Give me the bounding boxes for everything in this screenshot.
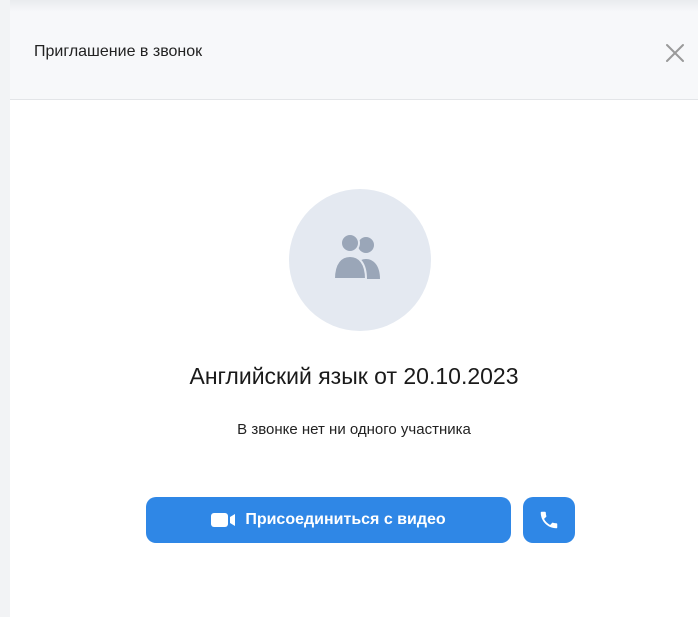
audio-call-button[interactable]: [523, 497, 575, 543]
join-with-video-label: Присоединиться с видео: [245, 511, 446, 528]
video-camera-icon: [211, 512, 237, 528]
dialog-top-edge: [10, 0, 698, 12]
dialog-title: Приглашение в звонок: [34, 43, 203, 60]
close-button[interactable]: [662, 40, 688, 66]
call-invite-dialog: Приглашение в звонок Английский язык от …: [10, 0, 698, 617]
join-with-video-button[interactable]: Присоединиться с видео: [146, 497, 511, 543]
call-title: Английский язык от 20.10.2023: [189, 363, 519, 389]
call-avatar: [289, 189, 431, 331]
call-status-text: В звонке нет ни одного участника: [237, 421, 471, 438]
phone-icon: [540, 511, 558, 529]
close-icon: [666, 44, 684, 62]
group-users-icon: [333, 233, 380, 280]
dialog-header: Приглашение в звонок: [10, 12, 698, 100]
